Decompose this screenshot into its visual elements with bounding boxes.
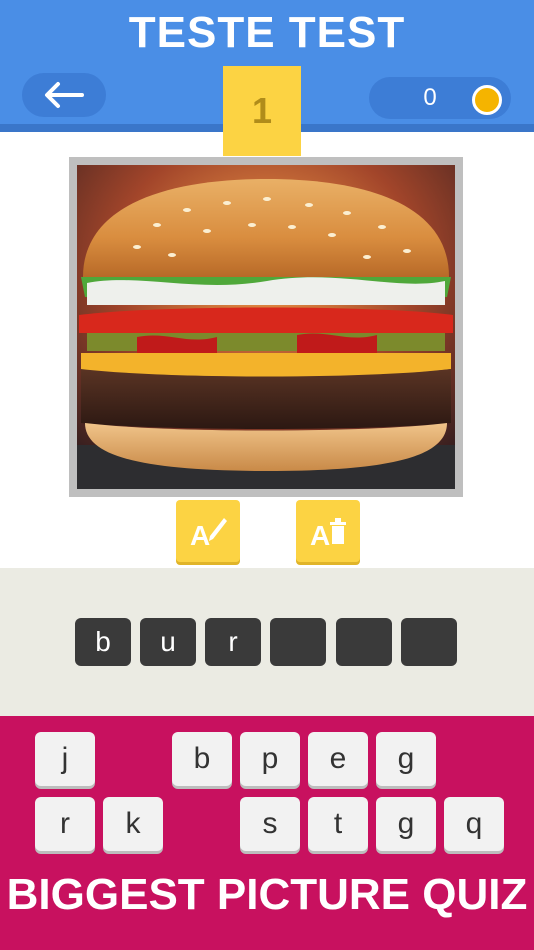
svg-text:A: A: [190, 520, 210, 548]
answer-slot[interactable]: [336, 618, 392, 666]
answer-slot[interactable]: u: [140, 618, 196, 666]
letter-key[interactable]: r: [35, 797, 95, 851]
coin-count: 0: [423, 84, 437, 111]
answer-slot[interactable]: b: [75, 618, 131, 666]
trash-letter-icon: A: [310, 518, 346, 548]
letter-key[interactable]: p: [240, 732, 300, 786]
letter-key[interactable]: b: [172, 732, 232, 786]
coin-icon: [472, 85, 502, 115]
arrow-left-icon: [45, 82, 84, 108]
svg-text:A: A: [310, 520, 330, 548]
hamburger-picture: [77, 165, 455, 489]
footer-title: BIGGEST PICTURE QUIZ: [6, 870, 528, 919]
letter-key[interactable]: q: [444, 797, 504, 851]
back-button[interactable]: [22, 73, 106, 117]
letter-key[interactable]: k: [103, 797, 163, 851]
letter-key[interactable]: j: [35, 732, 95, 786]
answer-slot[interactable]: [270, 618, 326, 666]
quiz-picture-frame: [69, 157, 463, 497]
remove-letters-button[interactable]: A: [296, 500, 360, 562]
level-number: 1: [251, 90, 273, 131]
answer-slot[interactable]: r: [205, 618, 261, 666]
letter-key[interactable]: g: [376, 732, 436, 786]
pencil-letter-icon: A: [190, 518, 227, 548]
letter-key[interactable]: g: [376, 797, 436, 851]
letter-key[interactable]: e: [308, 732, 368, 786]
answer-slot[interactable]: [401, 618, 457, 666]
letter-key[interactable]: t: [308, 797, 368, 851]
reveal-letter-button[interactable]: A: [176, 500, 240, 562]
level-badge: 1: [223, 66, 301, 156]
letter-key[interactable]: s: [240, 797, 300, 851]
app-title: TESTE TEST: [128, 8, 406, 57]
